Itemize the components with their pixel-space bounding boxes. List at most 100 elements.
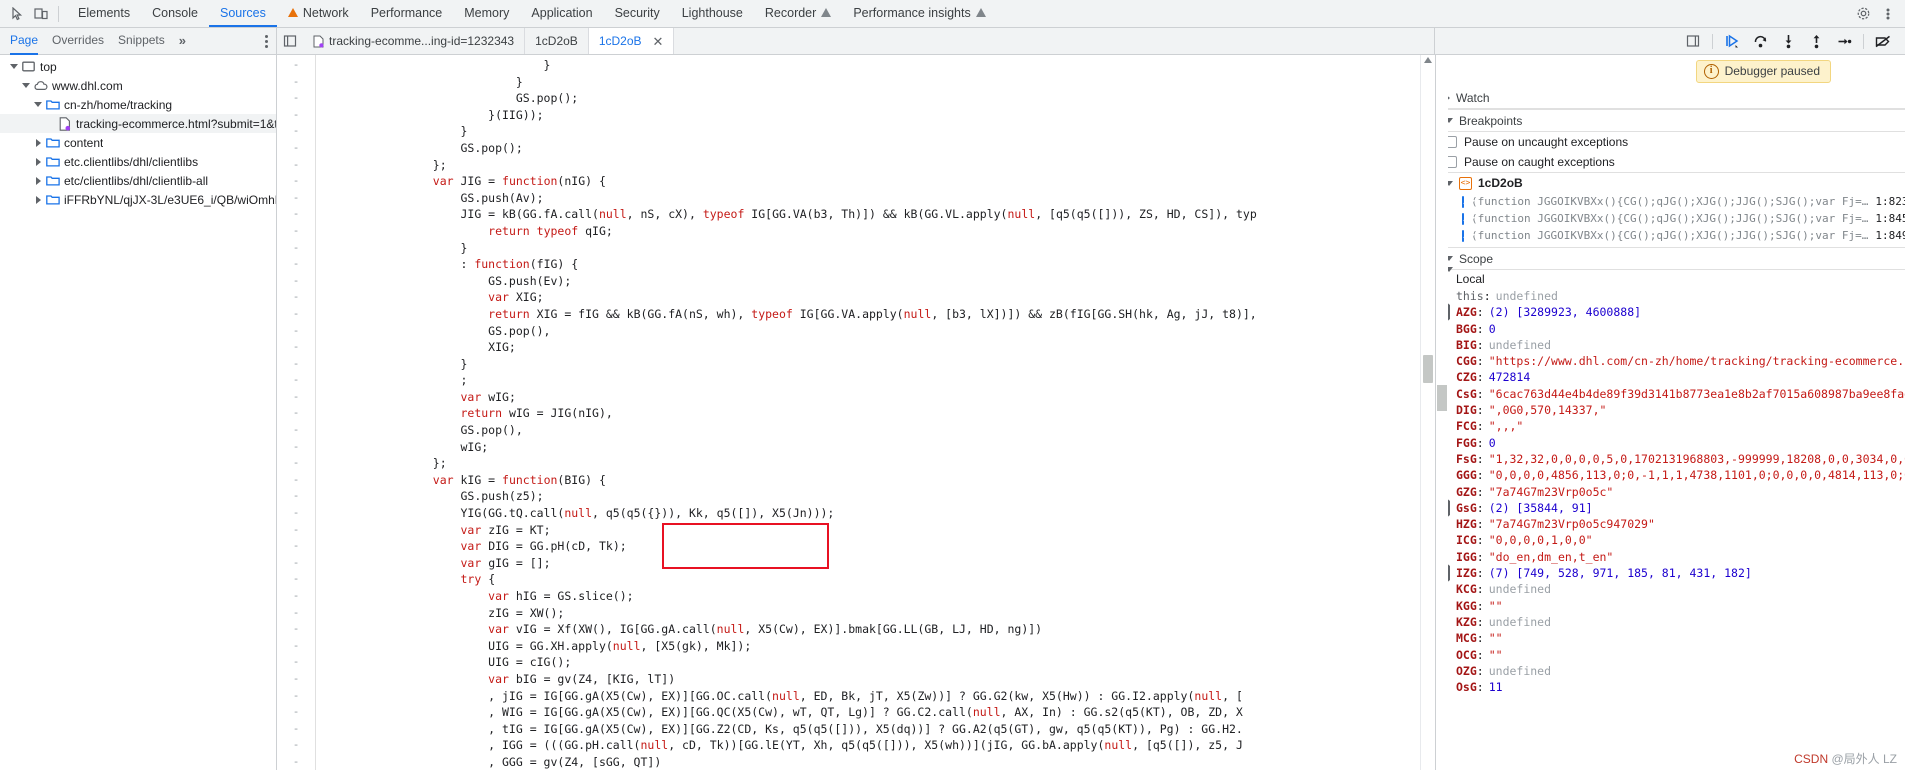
pause-caught-exceptions-row[interactable]: Pause on caught exceptions [1436,152,1905,172]
scope-variable-value[interactable]: undefined [1489,614,1551,630]
breakpoint-group-header[interactable]: <> 1cD2oB [1436,172,1905,193]
code-line[interactable]: UIG = cIG(); [316,654,1420,671]
code-editor[interactable]: - - - - - - - - - - - - - - - - - - - - - - - - - - - - - - - - - - - - - - - -… [277,55,1435,770]
code-line[interactable]: try { [316,571,1420,588]
breakpoint-row[interactable]: (function JGGOIKVBXx(){CG();qJG();XJG();… [1436,210,1905,227]
scope-variable-value[interactable]: 0 [1489,321,1496,337]
code-line[interactable]: var wIG; [316,389,1420,406]
code-line[interactable]: YIG(GG.tQ.call(null, q5(q5({})), Kk, q5(… [316,505,1420,522]
scope-variable-row[interactable]: BGG:0 [1436,321,1905,337]
scope-variable-row[interactable]: OCG: "" [1436,647,1905,663]
scope-variable-row[interactable]: AZG: (2) [3289923, 4600888] [1436,301,1905,324]
code-line[interactable]: UIG = GG.XH.apply(null, [X5(gk), Mk]); [316,638,1420,655]
scope-variable-value[interactable]: "" [1489,598,1503,614]
scope-variable-row[interactable]: IZG: (7) [749, 528, 971, 185, 81, 431, 18… [1436,562,1905,585]
deactivate-breakpoints-icon[interactable] [1869,29,1897,53]
code-line[interactable]: : function(fIG) { [316,256,1420,273]
chevron-down-icon[interactable] [32,102,44,107]
scope-variable-value[interactable]: undefined [1489,337,1551,353]
navigator-more-options-icon[interactable] [265,34,268,48]
chevron-right-icon[interactable] [32,158,44,166]
scope-variable-row[interactable]: KGG: "" [1436,598,1905,614]
editor-tab-tracking-ecommerce[interactable]: tracking-ecomme...ing-id=1232343 [303,28,526,54]
code-line[interactable]: var hIG = GS.slice(); [316,588,1420,605]
code-line[interactable]: zIG = XW(); [316,605,1420,622]
tab-console[interactable]: Console [141,0,209,27]
code-line[interactable]: var bIG = gv(Z4, [KIG, lT]) [316,671,1420,688]
tree-item-obfuscated-path[interactable]: iFFRbYNL/qjJX-3L/e3UE6_i/QB/wiOmhNcDp [0,190,276,209]
scope-variable-value[interactable]: (2) [35844, 91] [1489,500,1593,516]
checkbox[interactable] [1462,229,1464,242]
code-line[interactable]: var DIG = GG.pH(cD, Tk); [316,538,1420,555]
code-line[interactable]: var gIG = []; [316,555,1420,572]
code-line[interactable]: } [316,123,1420,140]
chevron-right-icon[interactable] [32,196,44,204]
step-over-icon[interactable] [1746,29,1774,53]
resume-script-icon[interactable] [1718,29,1746,53]
scope-variable-row[interactable]: GGG: "0,0,0,0,4856,113,0;0,-1,1,1,4738,11… [1436,467,1905,483]
chevron-right-icon[interactable] [32,177,44,185]
scope-variable-value[interactable]: 472814 [1489,369,1531,385]
tab-lighthouse[interactable]: Lighthouse [671,0,754,27]
device-toggle-icon[interactable] [30,3,52,25]
scope-variable-row[interactable]: BIG: undefined [1436,337,1905,353]
code-line[interactable]: GS.push(Av); [316,190,1420,207]
code-line[interactable]: return typeof qIG; [316,223,1420,240]
scope-variable-value[interactable]: "7a74G7m23Vrp0o5c" [1489,484,1614,500]
tree-item-www-dhl-com[interactable]: www.dhl.com [0,76,276,95]
chevron-down-icon[interactable] [8,64,20,69]
scope-variable-row[interactable]: ICG: "0,0,0,0,1,0,0" [1436,532,1905,548]
scope-variable-row[interactable]: FsG: "1,32,32,0,0,0,0,5,0,1702131968803,-… [1436,451,1905,467]
scope-variable-value[interactable]: "do_en,dm_en,t_en" [1489,549,1614,565]
scroll-up-arrow-icon[interactable] [1424,57,1432,63]
code-line[interactable]: return XIG = fIG && kB(GG.fA(nS, wh), ty… [316,306,1420,323]
tab-recorder[interactable]: Recorder [754,0,842,27]
scope-variable-value[interactable]: 11 [1489,679,1503,695]
tree-item-top[interactable]: top [0,57,276,76]
chevron-down-icon[interactable] [20,83,32,88]
scope-variable-value[interactable]: undefined [1496,288,1558,304]
scope-variable-row[interactable]: IGG: "do_en,dm_en,t_en" [1436,549,1905,565]
scope-variable-value[interactable]: undefined [1489,663,1551,679]
scope-variable-value[interactable]: "7a74G7m23Vrp0o5c947029" [1489,516,1655,532]
tab-elements[interactable]: Elements [67,0,141,27]
code-line[interactable]: , IGG = (((GG.pH.call(null, cD, Tk))[GG.… [316,737,1420,754]
scope-variable-row[interactable]: KZG: undefined [1436,614,1905,630]
editor-vertical-scrollbar[interactable] [1420,55,1435,770]
code-line[interactable]: , WIG = IG[GG.gA(X5(Cw), EX)][GG.QC(X5(C… [316,704,1420,721]
scope-variable-row[interactable]: OsG:11 [1436,679,1905,695]
code-line[interactable]: GS.push(Ev); [316,273,1420,290]
tree-item-content[interactable]: content [0,133,276,152]
debugger-sidebar-scrollbar[interactable] [1436,55,1448,770]
scope-variable-value[interactable]: undefined [1489,581,1551,597]
scope-variable-value[interactable]: "" [1489,647,1503,663]
code-line[interactable]: , jIG = IG[GG.gA(X5(Cw), EX)][GG.OC.call… [316,688,1420,705]
section-header-watch[interactable]: Watch [1436,87,1905,109]
tab-application[interactable]: Application [520,0,603,27]
nav-tab-overrides[interactable]: Overrides [52,27,104,55]
code-line[interactable]: GS.pop(); [316,140,1420,157]
scope-variable-value[interactable]: "" [1489,630,1503,646]
editor-tab-1cd2ob-1[interactable]: 1cD2oB [525,28,589,54]
code-line[interactable]: }(IIG)); [316,107,1420,124]
scope-variable-row[interactable]: GZG: "7a74G7m23Vrp0o5c" [1436,484,1905,500]
scope-variable-row[interactable]: CZG:472814 [1436,369,1905,385]
step-out-icon[interactable] [1802,29,1830,53]
editor-tab-1cd2ob-2[interactable]: 1cD2oB ✕ [588,28,675,54]
code-line[interactable]: GS.pop(); [316,90,1420,107]
tree-item-etc-clientlibs-dhl-clientlib-all[interactable]: etc/clientlibs/dhl/clientlib-all [0,171,276,190]
section-header-breakpoints[interactable]: Breakpoints [1436,109,1905,132]
tab-sources[interactable]: Sources [208,0,277,27]
code-line[interactable]: return wIG = JIG(nIG), [316,405,1420,422]
pause-uncaught-exceptions-row[interactable]: Pause on uncaught exceptions [1436,132,1905,152]
tree-item-tracking-ecommerce-html[interactable]: tracking-ecommerce.html?submit=1&trac [0,114,276,133]
more-options-kebab-icon[interactable] [1877,3,1899,25]
tree-item-cn-zh-home-tracking[interactable]: cn-zh/home/tracking [0,95,276,114]
scope-variable-row[interactable]: FCG: ",,," [1436,418,1905,434]
code-line[interactable]: } [316,356,1420,373]
scrollbar-thumb[interactable] [1437,385,1447,411]
scope-variable-value[interactable]: "6cac763d44e4b4de89f39d3141b8773ea1e8b2a… [1489,386,1905,402]
scope-variable-value[interactable]: (2) [3289923, 4600888] [1489,304,1641,320]
code-line[interactable]: JIG = kB(GG.fA.call(null, nS, cX), typeo… [316,206,1420,223]
tab-network[interactable]: Network [277,0,360,27]
